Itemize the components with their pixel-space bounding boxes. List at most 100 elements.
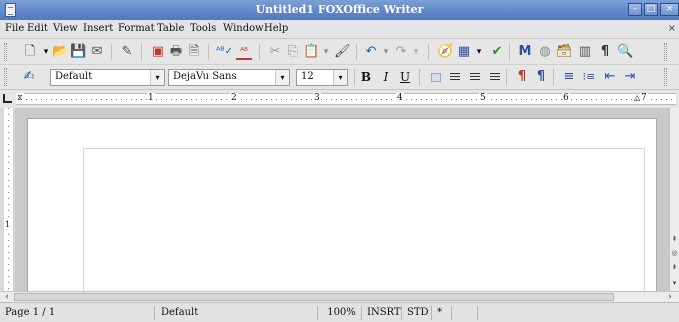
minimize-button[interactable]: – xyxy=(628,3,642,16)
toolbar-grip[interactable] xyxy=(4,68,7,86)
hyperlink-dialog-icon[interactable]: ▥ xyxy=(577,44,593,60)
zoom-level[interactable]: 100% xyxy=(322,306,362,320)
text-direction-ltr-icon[interactable]: ¶ xyxy=(514,69,530,85)
paragraph-style-combo[interactable]: Default ▾ xyxy=(50,69,165,86)
menu-bar: File Edit View Insert Format Table Tools… xyxy=(0,20,679,39)
text-direction-rtl-icon[interactable]: ¶ xyxy=(533,69,549,85)
ruler-ticks xyxy=(8,108,9,291)
document-modified-indicator: * xyxy=(434,306,452,320)
prev-page-icon[interactable]: ⇞ xyxy=(670,234,679,244)
toolbar-end-grip[interactable] xyxy=(664,68,667,86)
maximize-button[interactable]: □ xyxy=(644,3,658,16)
menu-table[interactable]: Table xyxy=(157,23,184,34)
paragraph-styles-icon[interactable]: ✍ xyxy=(21,69,37,85)
left-indent-marker[interactable]: ⧖ xyxy=(16,93,24,103)
bold-button[interactable]: B xyxy=(358,69,374,85)
vertical-scrollbar[interactable]: ⇞ ◎ ⇟ ▾ xyxy=(669,108,679,291)
numbering-icon[interactable]: ≡ xyxy=(561,69,577,85)
cut-icon[interactable]: ✂ xyxy=(267,44,283,60)
font-size-combo[interactable]: 12 ▾ xyxy=(296,69,348,86)
document-page[interactable] xyxy=(27,118,657,291)
insert-table-icon[interactable]: ▦ xyxy=(456,44,472,60)
new-document-icon[interactable]: 🗋 xyxy=(22,44,38,60)
paste-icon[interactable]: 📋 xyxy=(303,44,319,60)
horizontal-scrollbar[interactable]: ‹ › xyxy=(0,291,679,302)
undo-icon[interactable]: ↶ xyxy=(363,44,379,60)
print-icon[interactable]: 🖶 xyxy=(168,44,184,60)
insert-mode[interactable]: INSRT xyxy=(364,306,402,320)
digital-signature-indicator[interactable] xyxy=(454,306,478,320)
menu-tools[interactable]: Tools xyxy=(190,23,216,34)
menu-help[interactable]: Help xyxy=(264,23,288,34)
close-document-icon[interactable]: × xyxy=(668,23,676,34)
ruler-number: 2 xyxy=(230,93,238,103)
ruler-number: 3 xyxy=(313,93,321,103)
right-indent-marker[interactable]: △ xyxy=(633,93,641,102)
chevron-down-icon[interactable]: ▾ xyxy=(150,70,164,85)
menu-file[interactable]: File xyxy=(5,23,24,34)
ruler-number: 7 xyxy=(640,93,648,103)
formatting-toolbar: ✍ Default ▾ DejaVu Sans ▾ 12 ▾ B I U ¶ ¶… xyxy=(0,65,679,90)
toolbar-separator xyxy=(509,44,510,60)
font-name-combo[interactable]: DejaVu Sans ▾ xyxy=(168,69,290,86)
autospellcheck-icon[interactable]: ᴬᴮ xyxy=(236,44,252,60)
table-dropdown-icon[interactable]: ▾ xyxy=(471,44,487,60)
page-style[interactable]: Default xyxy=(158,306,318,320)
page-indicator[interactable]: Page 1 / 1 xyxy=(2,306,155,320)
data-sources-icon[interactable]: 🗃 xyxy=(556,44,573,60)
toolbar-separator xyxy=(356,44,357,60)
edit-file-icon[interactable]: ✎ xyxy=(119,44,135,60)
spellcheck-icon[interactable]: ᴬᴮ✓ xyxy=(216,44,233,60)
document-area xyxy=(15,108,669,291)
menu-insert[interactable]: Insert xyxy=(83,23,113,34)
open-folder-icon[interactable]: 📂 xyxy=(52,44,68,60)
selection-mode[interactable]: STD xyxy=(404,306,432,320)
chevron-down-icon[interactable]: ▾ xyxy=(333,70,347,85)
close-window-button[interactable]: × xyxy=(660,3,679,16)
gallery-icon[interactable]: ◍ xyxy=(537,44,553,60)
increase-indent-icon[interactable]: ⇥ xyxy=(622,69,638,85)
horizontal-ruler[interactable]: ⧖ 1 2 3 4 5 6 7 △ xyxy=(16,93,676,105)
next-page-icon[interactable]: ⇟ xyxy=(670,262,679,272)
toolbar-end-grip[interactable] xyxy=(664,43,667,61)
scroll-right-button[interactable]: › xyxy=(664,292,676,302)
navigator-icon[interactable]: 🧭 xyxy=(437,44,453,60)
menu-format[interactable]: Format xyxy=(118,23,155,34)
tab-type-selector-icon[interactable] xyxy=(3,94,12,103)
scroll-thumb[interactable] xyxy=(14,293,614,301)
zoom-icon[interactable]: 🔍 xyxy=(617,44,633,60)
menu-view[interactable]: View xyxy=(53,23,78,34)
copy-icon[interactable]: ⎘ xyxy=(285,44,301,60)
redo-dropdown-icon[interactable]: ▾ xyxy=(408,44,424,60)
toolbar-separator xyxy=(506,69,507,85)
clone-format-icon[interactable]: 🖌 xyxy=(334,44,351,60)
align-right-icon[interactable] xyxy=(470,73,480,82)
vertical-ruler[interactable]: 1 xyxy=(4,108,14,291)
undo-dropdown-icon[interactable]: ▾ xyxy=(378,44,394,60)
toolbar-grip[interactable] xyxy=(4,43,7,61)
underline-button[interactable]: U xyxy=(397,69,413,85)
show-draw-functions-icon[interactable]: ✔ xyxy=(489,44,505,60)
redo-icon[interactable]: ↷ xyxy=(393,44,409,60)
chevron-down-icon[interactable]: ▾ xyxy=(275,70,289,85)
scroll-left-button[interactable]: ‹ xyxy=(1,292,13,302)
find-replace-icon[interactable]: M xyxy=(517,44,533,60)
page-preview-icon[interactable]: 🗎 xyxy=(186,44,202,60)
italic-button[interactable]: I xyxy=(378,69,394,85)
ruler-number: 4 xyxy=(396,93,404,103)
align-left-icon[interactable] xyxy=(431,73,441,82)
navigation-icon[interactable]: ◎ xyxy=(670,248,679,258)
menu-window[interactable]: Window xyxy=(223,23,264,34)
scroll-down-button[interactable]: ▾ xyxy=(670,278,679,288)
decrease-indent-icon[interactable]: ⇤ xyxy=(602,69,618,85)
email-icon[interactable]: ✉ xyxy=(89,44,105,60)
toolbar-separator xyxy=(419,69,420,85)
export-pdf-icon[interactable]: ▣ xyxy=(150,44,166,60)
align-justify-icon[interactable] xyxy=(490,73,500,82)
paste-dropdown-icon[interactable]: ▾ xyxy=(318,44,334,60)
align-center-icon[interactable] xyxy=(450,73,460,82)
nonprinting-characters-icon[interactable]: ¶ xyxy=(597,44,613,60)
menu-edit[interactable]: Edit xyxy=(27,23,48,34)
save-icon[interactable]: 💾 xyxy=(70,44,86,60)
bullets-icon[interactable]: ⁝≡ xyxy=(581,69,597,85)
